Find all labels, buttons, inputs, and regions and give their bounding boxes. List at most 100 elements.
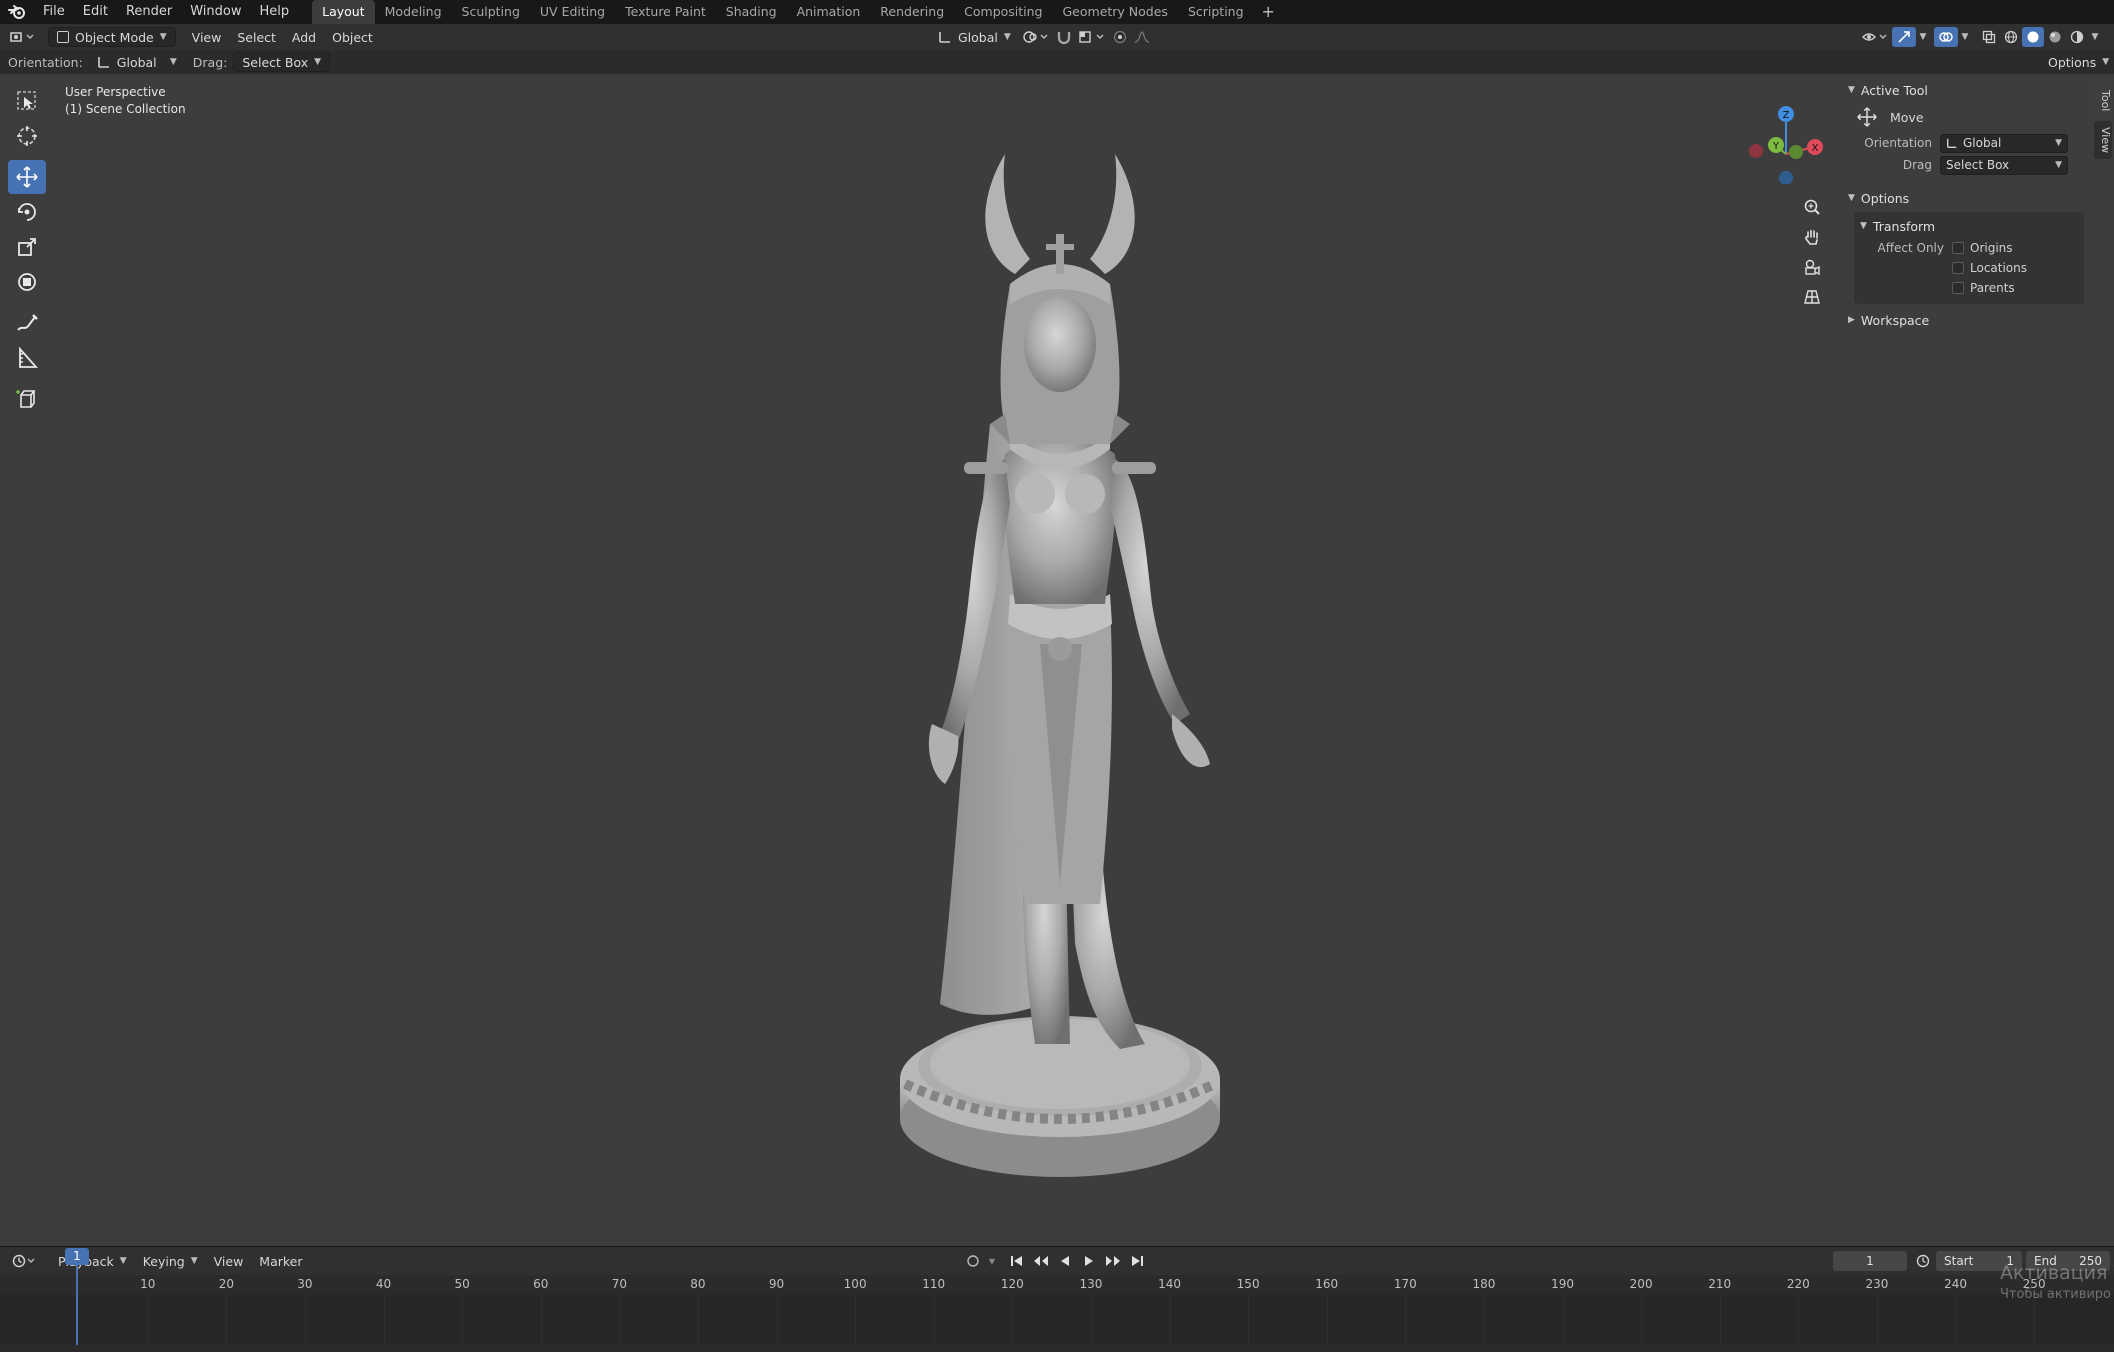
move-tool[interactable] <box>8 160 46 194</box>
navigation-buttons <box>1797 192 1829 312</box>
npanel-orientation-dropdown[interactable]: Global ▼ <box>1940 133 2068 153</box>
play-icon[interactable] <box>1078 1251 1100 1271</box>
playhead-frame-indicator[interactable]: 1 <box>65 1248 89 1265</box>
npanel-orientation-label: Orientation <box>1864 136 1932 150</box>
menu-file[interactable]: File <box>34 0 74 24</box>
transform-header[interactable]: ▼ Transform <box>1854 214 2084 238</box>
timeline-grid-line <box>1090 1295 1092 1345</box>
add-cube-tool[interactable] <box>8 382 46 416</box>
workspace-tab-layout[interactable]: Layout <box>312 0 375 24</box>
viewport-menu-view[interactable]: View <box>184 27 230 47</box>
rendered-shading-icon[interactable] <box>2066 27 2088 47</box>
wireframe-shading-icon[interactable] <box>2000 27 2022 47</box>
workspace-tab-rendering[interactable]: Rendering <box>870 0 954 24</box>
proportional-editing-icon[interactable] <box>1109 27 1131 47</box>
origins-checkbox[interactable] <box>1952 242 1964 254</box>
timeline-ruler[interactable]: 10 20 30 40 50 60 70 80 90 100 110 120 130 140 150 160 1… <box>0 1275 2114 1295</box>
viewport-menu-object[interactable]: Object <box>324 27 381 47</box>
current-frame-field[interactable]: 1 <box>1833 1251 1907 1271</box>
pivot-point-icon[interactable] <box>1019 27 1053 47</box>
chevron-down-icon[interactable]: ▼ <box>1916 27 1930 47</box>
playback-menu[interactable]: Playback▼ <box>50 1251 135 1271</box>
viewport-menu-select[interactable]: Select <box>229 27 284 47</box>
record-icon[interactable] <box>962 1251 984 1271</box>
active-tool-header[interactable]: ▼ Active Tool <box>1842 78 2088 102</box>
timeline-view-menu[interactable]: View <box>206 1251 252 1271</box>
menu-help[interactable]: Help <box>251 0 299 24</box>
selectability-visibility-icon[interactable] <box>1858 27 1892 47</box>
workspace-tab-uv-editing[interactable]: UV Editing <box>530 0 615 24</box>
sidebar-tab-tool[interactable]: Tool <box>2094 84 2112 118</box>
workspace-tab-shading[interactable]: Shading <box>716 0 787 24</box>
zoom-button[interactable] <box>1797 192 1827 222</box>
chevron-down-icon[interactable]: ▼ <box>1958 27 1972 47</box>
workspace-tab-sculpting[interactable]: Sculpting <box>452 0 530 24</box>
measure-tool[interactable] <box>8 341 46 375</box>
navigation-gizmo[interactable]: Z X Y <box>1736 84 1832 184</box>
mode-dropdown[interactable]: Object Mode ▼ <box>48 27 176 47</box>
workspace-tab-texture-paint[interactable]: Texture Paint <box>615 0 716 24</box>
add-cube-icon <box>16 390 36 408</box>
perspective-toggle-button[interactable] <box>1797 282 1827 312</box>
workspace-tab-geometry-nodes[interactable]: Geometry Nodes <box>1053 0 1178 24</box>
transform-tool[interactable] <box>8 265 46 299</box>
viewport-menu-add[interactable]: Add <box>284 27 324 47</box>
solid-shading-icon[interactable] <box>2022 27 2044 47</box>
jump-to-end-icon[interactable] <box>1126 1251 1148 1271</box>
sculpture-model[interactable] <box>860 124 1260 1194</box>
workspace-header[interactable]: ▶ Workspace <box>1842 308 2088 332</box>
blender-logo-icon[interactable] <box>0 0 34 24</box>
jump-to-keyframe-next-icon[interactable] <box>1102 1251 1124 1271</box>
npanel-drag-dropdown[interactable]: Select Box ▼ <box>1940 155 2068 175</box>
active-tool-name: Move <box>1890 109 1924 125</box>
chevron-down-icon[interactable]: ▼ <box>2088 27 2102 47</box>
select-box-tool[interactable] <box>8 84 46 118</box>
timeline-tick-label: 140 <box>1158 1277 1181 1291</box>
camera-view-button[interactable] <box>1797 252 1827 282</box>
keying-menu[interactable]: Keying ▼ <box>135 1251 206 1271</box>
workspace-tab-animation[interactable]: Animation <box>787 0 871 24</box>
menu-window[interactable]: Window <box>181 0 250 24</box>
annotate-tool[interactable] <box>8 306 46 340</box>
add-workspace-button[interactable]: + <box>1254 0 1283 24</box>
workspace-tab-scripting[interactable]: Scripting <box>1178 0 1254 24</box>
workspace-tab-modeling[interactable]: Modeling <box>375 0 452 24</box>
parents-checkbox[interactable] <box>1952 282 1964 294</box>
sidebar-tab-view[interactable]: View <box>2094 121 2112 160</box>
snap-icon[interactable] <box>1053 27 1075 47</box>
play-reverse-icon[interactable] <box>1054 1251 1076 1271</box>
chevron-down-icon: ▼ <box>1860 221 1867 231</box>
axis-orientation-icon <box>1947 138 1957 148</box>
menu-render[interactable]: Render <box>117 0 181 24</box>
overlays-toggle-icon[interactable] <box>1934 27 1958 47</box>
proportional-falloff-icon[interactable] <box>1131 27 1153 47</box>
editor-type-icon[interactable] <box>8 27 38 47</box>
orientation-dropdown[interactable]: Global ▼ <box>89 52 185 72</box>
scale-tool[interactable] <box>8 230 46 264</box>
jump-to-start-icon[interactable] <box>1006 1251 1028 1271</box>
menu-edit[interactable]: Edit <box>74 0 117 24</box>
transform-orientation-dropdown[interactable]: Global ▼ <box>930 27 1019 47</box>
cursor-tool[interactable] <box>8 119 46 153</box>
xray-toggle-icon[interactable] <box>1978 27 2000 47</box>
drag-dropdown[interactable]: Select Box ▼ <box>233 52 331 72</box>
rotate-tool[interactable] <box>8 195 46 229</box>
chevron-down-icon[interactable]: ▼ <box>986 1251 998 1271</box>
material-shading-icon[interactable] <box>2044 27 2066 47</box>
options-header[interactable]: ▼ Options <box>1842 186 2088 210</box>
options-dropdown[interactable]: Options ▼ <box>2040 52 2114 72</box>
locations-checkbox[interactable] <box>1952 262 1964 274</box>
move-icon <box>1857 107 1877 127</box>
preview-range-clock-icon[interactable] <box>1912 1251 1934 1271</box>
gizmo-toggle-icon[interactable] <box>1892 27 1916 47</box>
drag-value: Select Box <box>242 54 309 70</box>
snap-target-icon[interactable] <box>1075 27 1109 47</box>
marker-menu[interactable]: Marker <box>251 1251 310 1271</box>
clock-editor-type-icon[interactable] <box>10 1251 40 1271</box>
jump-to-keyframe-prev-icon[interactable] <box>1030 1251 1052 1271</box>
workspace-tab-compositing[interactable]: Compositing <box>954 0 1052 24</box>
pan-button[interactable] <box>1797 222 1827 252</box>
3d-viewport[interactable]: Object Mode ▼ View Select Add Object Glob… <box>0 24 2114 1246</box>
timeline-keyframe-area[interactable] <box>0 1295 2114 1345</box>
timeline-tick-label: 220 <box>1786 1277 1810 1291</box>
